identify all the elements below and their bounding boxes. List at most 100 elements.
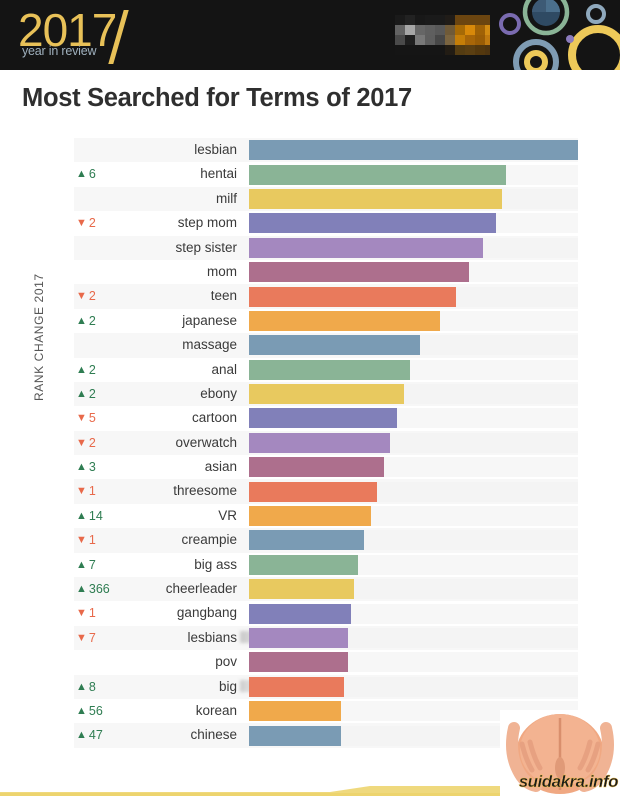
censor-pixel: [465, 25, 475, 35]
rank-change-value: 2: [88, 313, 96, 328]
censor-pixel: [465, 35, 475, 45]
censor-pixel: [425, 15, 435, 25]
chart-bar[interactable]: [249, 188, 503, 209]
censor-pixel: [405, 45, 415, 55]
censor-pixel: [395, 15, 405, 25]
chart-row: ▲ 6 hentai: [0, 162, 620, 187]
rank-change-value: 14: [88, 508, 103, 523]
arrow-down-icon: ▼: [76, 534, 87, 547]
arrow-up-icon: ▲: [76, 314, 87, 327]
censor-pixel: [445, 45, 455, 55]
chart-row: ▲ 2 ebony: [0, 381, 620, 407]
decorative-circles-graphic: [490, 0, 620, 70]
chart-bar[interactable]: [249, 140, 578, 161]
chart-bar[interactable]: [249, 554, 358, 575]
chart-bar[interactable]: [249, 506, 371, 527]
chart-bar[interactable]: [249, 213, 496, 234]
search-term-label: overwatch: [175, 434, 237, 450]
chart-bar[interactable]: [249, 408, 398, 429]
rank-change-up: ▲ 366: [76, 577, 110, 601]
arrow-up-icon: ▲: [76, 461, 87, 474]
censor-pixel: [455, 35, 465, 45]
chart-bar[interactable]: [249, 310, 440, 331]
search-term-text: big: [218, 678, 237, 694]
chart-row: ▼ 2 overwatch: [0, 430, 620, 456]
rank-change-value: 5: [88, 411, 96, 426]
rank-change-up: ▲ 7: [76, 553, 96, 577]
chart-row: massage: [0, 333, 620, 358]
censor-pixel: [435, 25, 445, 35]
censor-pixel: [415, 35, 425, 45]
chart-bar[interactable]: [249, 384, 404, 405]
chart-bar[interactable]: [249, 725, 342, 746]
search-term-text: lesbians: [187, 629, 237, 645]
chart-bar[interactable]: [249, 359, 411, 380]
chart-bar[interactable]: [249, 432, 391, 453]
logo-2017[interactable]: 2017 year in review: [18, 4, 158, 66]
chart-row: pov: [0, 650, 620, 675]
chart-bar[interactable]: [249, 652, 348, 673]
rank-change-value: 7: [88, 630, 96, 645]
search-term-label: ebony: [200, 385, 237, 401]
censor-pixel: [425, 45, 435, 55]
rank-change-down: ▼ 1: [76, 528, 96, 552]
search-term-label: anal: [211, 361, 237, 377]
search-term-label: chinese: [190, 727, 237, 743]
rank-change-value: 1: [88, 484, 96, 499]
rank-change-up: ▲ 6: [76, 162, 96, 186]
chart-row: ▲ 8 big: [0, 674, 620, 699]
chart-bar[interactable]: [249, 676, 345, 697]
censor-pixel: [395, 45, 405, 55]
arrow-up-icon: ▲: [76, 680, 87, 693]
chart-bar[interactable]: [249, 286, 457, 307]
chart-bar[interactable]: [249, 530, 365, 551]
search-term-label: asian: [204, 459, 237, 475]
censor-pixel: [405, 25, 415, 35]
arrow-down-icon: ▼: [76, 290, 87, 303]
censor-pixel: [415, 25, 425, 35]
rank-change-value: 3: [88, 460, 96, 475]
watermark-text: suidakra.info: [518, 772, 618, 791]
rank-change-value: 2: [88, 386, 96, 401]
search-term-label: teen: [210, 288, 237, 304]
chart-row: ▼ 2 step mom: [0, 211, 620, 236]
chart-row: mom: [0, 259, 620, 285]
arrow-down-icon: ▼: [76, 436, 87, 449]
chart-row: ▼ 1 gangbang: [0, 601, 620, 626]
chart-row: ▼ 5 cartoon: [0, 406, 620, 431]
rank-change-down: ▼ 7: [76, 626, 96, 650]
arrow-down-icon: ▼: [76, 412, 87, 425]
arrow-down-icon: ▼: [76, 631, 87, 644]
chart-bar[interactable]: [249, 628, 348, 648]
chart-bar[interactable]: [249, 481, 378, 502]
rank-change-up: ▲ 2: [76, 309, 96, 333]
search-term-label: japanese: [182, 312, 237, 328]
rank-change-value: 2: [88, 216, 96, 231]
arrow-down-icon: ▼: [76, 485, 87, 498]
rank-change-value: 7: [88, 557, 96, 572]
censor-pixel: [475, 25, 485, 35]
chart-bar[interactable]: [249, 579, 355, 600]
search-term-label: pov: [215, 654, 237, 670]
chart-bar[interactable]: [249, 237, 483, 258]
censor-pixel: [445, 35, 455, 45]
arrow-up-icon: ▲: [76, 583, 87, 596]
search-term-label: creampie: [181, 532, 237, 548]
chart-row: step sister: [0, 235, 620, 260]
chart-bar[interactable]: [249, 335, 421, 356]
rank-change-up: ▲ 3: [76, 455, 96, 479]
chart-bar[interactable]: [249, 164, 506, 185]
bar-chart: RANK CHANGE 2017 lesbian ▲ 6 hentai milf ▼ 2st…: [0, 138, 620, 758]
censor-pixel: [455, 15, 465, 25]
search-term-label: milf: [216, 190, 237, 206]
chart-bar[interactable]: [249, 262, 470, 283]
chart-bar[interactable]: [249, 457, 384, 478]
search-term-label: step sister: [175, 239, 237, 255]
search-term-label: mom: [207, 263, 237, 279]
chart-bar[interactable]: [249, 603, 351, 624]
chart-bar[interactable]: [249, 701, 342, 722]
censor-pixel: [445, 25, 455, 35]
chart-row: ▲ 2 japanese: [0, 308, 620, 334]
search-term-label: gangbang: [176, 605, 237, 621]
arrow-down-icon: ▼: [76, 607, 87, 620]
